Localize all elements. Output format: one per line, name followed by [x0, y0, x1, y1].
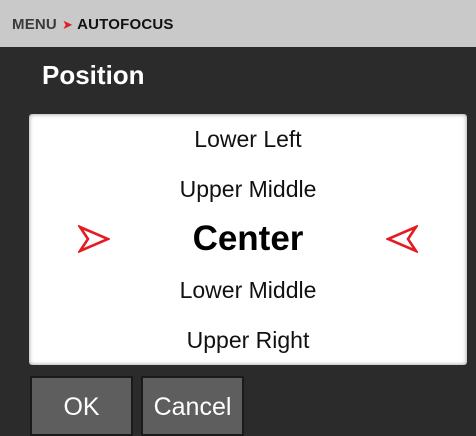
picker-option-lower-middle[interactable]: Lower Middle — [29, 275, 467, 305]
selection-arrow-left-icon — [386, 225, 418, 253]
breadcrumb-separator-icon: ➤ — [61, 17, 74, 32]
breadcrumb-current: AUTOFOCUS — [77, 16, 174, 33]
breadcrumb-parent[interactable]: MENU — [12, 16, 57, 33]
position-picker[interactable]: Lower Left Upper Middle Center Lower Mid… — [29, 114, 467, 365]
picker-option-lower-left[interactable]: Lower Left — [29, 124, 467, 154]
breadcrumb: MENU ➤ AUTOFOCUS — [0, 0, 476, 47]
selection-arrow-right-icon — [78, 225, 110, 253]
cancel-button[interactable]: Cancel — [141, 376, 244, 436]
picker-option-upper-middle[interactable]: Upper Middle — [29, 174, 467, 204]
ok-button[interactable]: OK — [30, 376, 133, 436]
page-title: Position — [42, 60, 145, 90]
picker-option-upper-right[interactable]: Upper Right — [29, 325, 467, 355]
